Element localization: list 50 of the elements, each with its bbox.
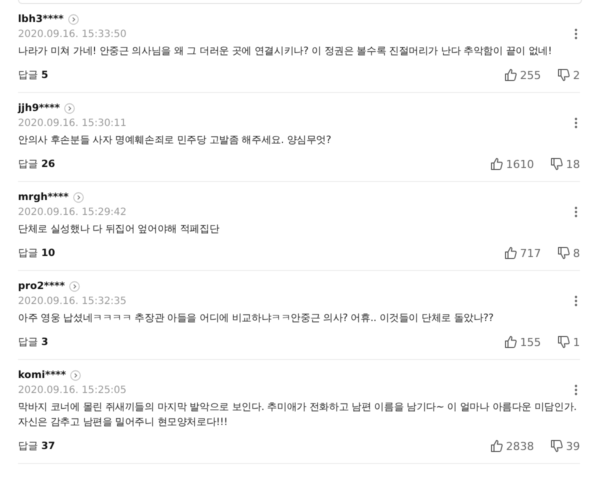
like-button[interactable]: 255 <box>504 68 541 82</box>
comment-text: 나라가 미쳐 가네! 안중근 의사님을 왜 그 더러운 곳에 연결시키나? 이 정권은 볼수록 진절머리가 난다 추악함이 끝이 없네! <box>18 45 553 59</box>
comment-text: 막바지 코너에 몰린 쥐새끼들의 마지막 발악으로 보인다. 추미애가 전화하고 남편 이름을 남기다~ 이 얼마나 아름다운 미담인가. 자신은 감추고 남편을 밀어주니 현모양처로다!!! <box>18 401 578 430</box>
dislike-button[interactable]: 18 <box>550 157 580 171</box>
reply-link[interactable]: 답글 10 <box>18 246 56 260</box>
thumbs-up-icon <box>504 68 517 82</box>
more-options-icon[interactable] <box>574 28 578 40</box>
reply-link[interactable]: 답글 37 <box>18 439 56 453</box>
more-options-icon[interactable] <box>574 295 578 307</box>
thumbs-down-icon <box>550 157 563 171</box>
thumbs-up-icon <box>490 157 503 171</box>
like-button[interactable]: 155 <box>504 335 541 349</box>
like-button[interactable]: 1610 <box>490 157 534 171</box>
reply-link[interactable]: 답글 3 <box>18 335 48 349</box>
chevron-right-icon[interactable] <box>72 192 84 202</box>
dislike-button[interactable]: 39 <box>550 439 580 453</box>
more-options-icon[interactable] <box>574 117 578 129</box>
comment-date: 2020.09.16. 15:33:50 <box>18 28 127 40</box>
thumbs-up-icon <box>490 439 503 453</box>
comment-text: 아주 영웅 납셨네ㅋㅋㅋㅋ 추장관 아들을 어디에 비교하냐ㅋㅋ안중근 의사? 어휴.. 이것들이 단체로 돌았나?? <box>18 312 494 326</box>
comment-text: 단체로 실성했나 다 뒤집어 엎어야해 적페집단 <box>18 223 220 237</box>
username[interactable]: lbh3**** <box>18 14 64 24</box>
dislike-button[interactable]: 1 <box>557 335 580 349</box>
chevron-right-icon[interactable] <box>64 102 75 114</box>
thumbs-up-icon <box>504 335 517 349</box>
username[interactable]: pro2**** <box>18 280 65 292</box>
comment-date: 2020.09.16. 15:30:11 <box>18 118 127 128</box>
comment-date: 2020.09.16. 15:32:35 <box>18 296 127 306</box>
comment-date: 2020.09.16. 15:29:42 <box>18 206 127 218</box>
dislike-button[interactable]: 8 <box>557 246 580 260</box>
username[interactable]: komi**** <box>18 370 66 380</box>
more-options-icon[interactable] <box>574 206 578 218</box>
more-options-icon[interactable] <box>574 384 578 396</box>
username[interactable]: mrgh**** <box>18 192 69 202</box>
like-button[interactable]: 717 <box>504 246 541 260</box>
thumbs-down-icon <box>557 246 570 260</box>
thumbs-up-icon <box>504 246 517 260</box>
comment-date: 2020.09.16. 15:25:05 <box>18 384 127 396</box>
like-button[interactable]: 2838 <box>490 439 534 453</box>
dislike-button[interactable]: 2 <box>557 68 580 82</box>
comment-text: 안의사 후손분들 사자 명예훼손죄로 민주당 고발좀 해주세요. 양심무엇? <box>18 134 332 148</box>
thumbs-down-icon <box>557 68 570 82</box>
thumbs-down-icon <box>550 439 563 453</box>
thumbs-down-icon <box>557 335 570 349</box>
chevron-right-icon[interactable] <box>68 280 80 292</box>
username[interactable]: jjh9**** <box>18 102 60 114</box>
reply-link[interactable]: 답글 5 <box>18 68 48 82</box>
chevron-right-icon[interactable] <box>70 370 82 380</box>
reply-link[interactable]: 답글 26 <box>18 157 56 171</box>
chevron-right-icon[interactable] <box>68 14 79 24</box>
